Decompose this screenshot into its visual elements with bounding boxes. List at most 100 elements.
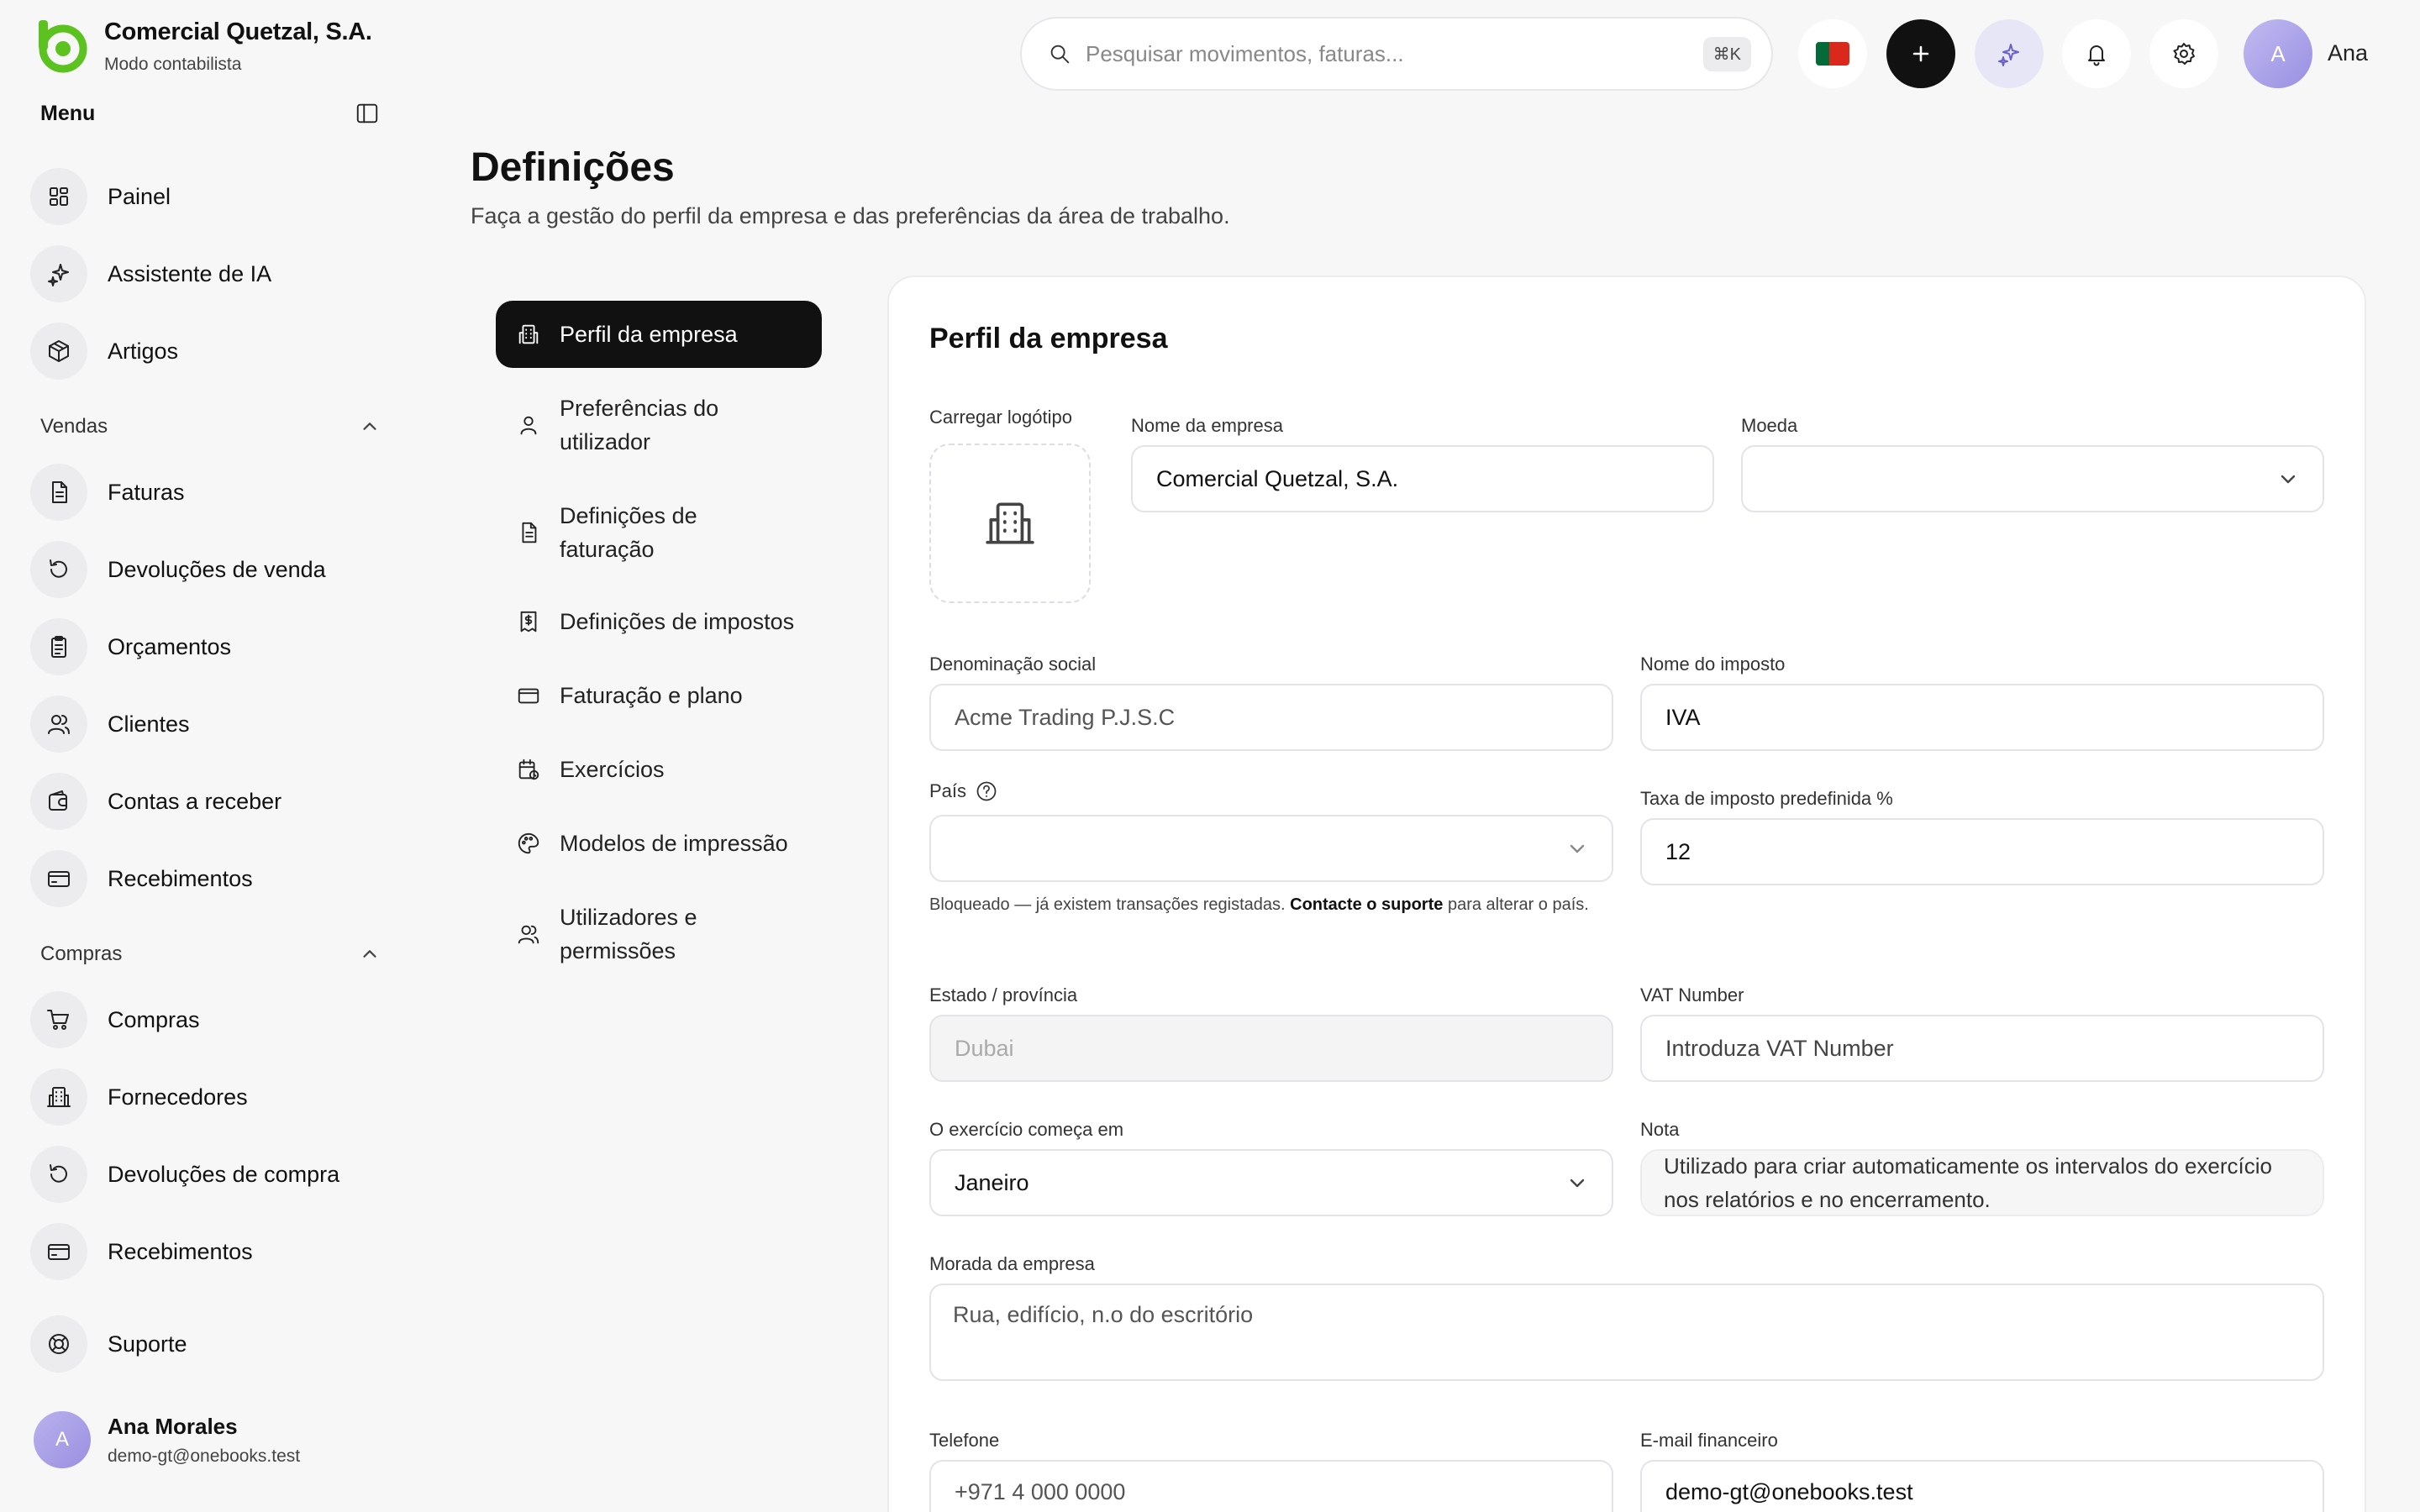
address-textarea[interactable]: Rua, edifício, n.o do escritório [929, 1284, 2324, 1381]
default-tax-label: Taxa de imposto predefinida % [1640, 788, 1893, 809]
sidebar-item-label: Artigos [108, 338, 179, 364]
sidebar-item-painel[interactable]: Painel [30, 165, 383, 228]
chevron-up-icon[interactable] [360, 417, 380, 437]
brand[interactable]: Comercial Quetzal, S.A. Modo contabilist… [32, 17, 372, 76]
settings-tab-label: Preferências do utilizador [560, 396, 719, 454]
search-bar[interactable]: ⌘K [1020, 17, 1773, 91]
state-input[interactable]: Dubai [929, 1015, 1613, 1082]
rotate-icon [50, 559, 67, 578]
vat-placeholder: Introduza VAT Number [1665, 1035, 1894, 1061]
notifications-button[interactable] [2062, 19, 2131, 88]
palette-icon [518, 832, 539, 854]
sidebar-item-recebimentos-compras[interactable]: Recebimentos [30, 1220, 383, 1284]
menu-title: Menu [40, 101, 96, 125]
tax-name-input[interactable]: IVA [1640, 684, 2324, 751]
company-name-input[interactable]: Comercial Quetzal, S.A. [1131, 445, 1714, 512]
chevron-up-icon[interactable] [360, 944, 380, 964]
portugal-flag-icon [1816, 42, 1849, 66]
note-label: Nota [1640, 1119, 1680, 1140]
state-value: Dubai [955, 1035, 1014, 1061]
sidebar-toggle-icon[interactable] [355, 101, 380, 126]
section-title: Vendas [40, 415, 108, 438]
legal-name-label: Denominação social [929, 654, 1097, 675]
sidebar-item-devolucoes-compra[interactable]: Devoluções de compra [30, 1142, 383, 1206]
tax-name-label: Nome do imposto [1640, 654, 1786, 675]
country-select[interactable] [929, 815, 1613, 882]
tax-name-value: IVA [1665, 704, 1701, 730]
address-label: Morada da empresa [929, 1253, 1095, 1274]
settings-tab-user-preferences[interactable]: Preferências do utilizador [496, 391, 822, 459]
sidebar-item-orcamentos[interactable]: Orçamentos [30, 615, 383, 679]
sidebar-item-suporte[interactable]: Suporte [30, 1312, 383, 1376]
search-input[interactable] [1086, 40, 1703, 67]
package-icon [49, 340, 69, 362]
sidebar-item-label: Assistente de IA [108, 260, 272, 286]
state-label: Estado / província [929, 984, 1078, 1005]
user-name: Ana Morales [108, 1413, 238, 1439]
sidebar-item-devolucoes-venda[interactable]: Devoluções de venda [30, 538, 383, 601]
receipt-icon [520, 611, 537, 633]
chevron-down-icon [1570, 1179, 1585, 1188]
sidebar-item-label: Painel [108, 183, 171, 209]
ai-assistant-button[interactable] [1975, 19, 2044, 88]
search-icon [1050, 45, 1070, 64]
settings-tab-label: Exercícios [560, 757, 665, 782]
finance-email-input[interactable]: demo-gt@onebooks.test [1640, 1460, 2324, 1512]
settings-tab-label: Modelos de impressão [560, 831, 788, 856]
help-circle-icon[interactable] [975, 780, 998, 803]
fiscal-start-select[interactable]: Janeiro [929, 1149, 1613, 1216]
building-icon [518, 324, 539, 344]
settings-tab-taxes[interactable]: Definições de impostos [496, 605, 822, 638]
section-compras[interactable]: Compras [40, 942, 380, 966]
settings-tab-label: Definições de faturação [560, 503, 697, 562]
contact-support-link[interactable]: Contacte o suporte [1290, 895, 1443, 914]
bell-icon [2088, 45, 2105, 66]
settings-button[interactable] [2149, 19, 2218, 88]
settings-tab-billing-plan[interactable]: Faturação e plano [496, 679, 822, 712]
sidebar-item-assistente-ia[interactable]: Assistente de IA [30, 242, 383, 306]
sidebar-item-recebimentos[interactable]: Recebimentos [30, 847, 383, 911]
currency-select[interactable] [1741, 445, 2324, 512]
wallet-icon [49, 790, 67, 811]
settings-tab-users-permissions[interactable]: Utilizadores e permissões [496, 900, 822, 968]
settings-tab-company-profile[interactable]: Perfil da empresa [496, 301, 822, 368]
card-icon [48, 871, 70, 887]
sidebar-item-label: Clientes [108, 711, 190, 737]
logo-upload[interactable] [929, 444, 1091, 603]
card-icon [518, 688, 539, 704]
page-subtitle: Faça a gestão do perfil da empresa e das… [471, 203, 1230, 228]
sidebar-item-label: Contas a receber [108, 788, 282, 814]
clipboard-icon [51, 636, 66, 658]
sidebar-item-compras[interactable]: Compras [30, 988, 383, 1052]
settings-tab-label: Utilizadores e permissões [560, 905, 697, 963]
sidebar-item-fornecedores[interactable]: Fornecedores [30, 1065, 383, 1129]
add-button[interactable] [1886, 19, 1955, 88]
settings-tab-invoicing[interactable]: Definições de faturação [496, 499, 822, 566]
sidebar-user-card[interactable]: A Ana Morales demo-gt@onebooks.test [34, 1411, 300, 1468]
settings-tab-fiscal-years[interactable]: Exercícios [496, 753, 822, 786]
sidebar-item-clientes[interactable]: Clientes [30, 692, 383, 756]
fiscal-start-value: Janeiro [955, 1169, 1029, 1195]
sidebar-item-faturas[interactable]: Faturas [30, 460, 383, 524]
fiscal-note: Utilizado para criar automaticamente os … [1640, 1149, 2324, 1216]
settings-tab-label: Perfil da empresa [560, 322, 738, 347]
vat-input[interactable]: Introduza VAT Number [1640, 1015, 2324, 1082]
default-tax-input[interactable]: 12 [1640, 818, 2324, 885]
sidebar-item-contas-receber[interactable]: Contas a receber [30, 769, 383, 833]
language-button[interactable] [1798, 19, 1867, 88]
phone-input[interactable]: +971 4 000 0000 [929, 1460, 1613, 1512]
legal-name-input[interactable]: Acme Trading P.J.S.C [929, 684, 1613, 751]
sidebar-item-artigos[interactable]: Artigos [30, 319, 383, 383]
legal-name-value: Acme Trading P.J.S.C [955, 704, 1176, 730]
settings-tab-print-templates[interactable]: Modelos de impressão [496, 827, 822, 860]
card-icon [48, 1244, 70, 1260]
section-vendas[interactable]: Vendas [40, 415, 380, 438]
address-placeholder: Rua, edifício, n.o do escritório [953, 1302, 1254, 1327]
top-user-name[interactable]: Ana [2328, 40, 2368, 66]
sidebar-item-label: Compras [108, 1006, 200, 1032]
dashboard-icon [50, 187, 68, 206]
company-name-value: Comercial Quetzal, S.A. [1156, 465, 1399, 491]
avatar[interactable]: A [2244, 19, 2312, 88]
logo-label: Carregar logótipo [929, 407, 1072, 428]
currency-label: Moeda [1741, 415, 1798, 436]
